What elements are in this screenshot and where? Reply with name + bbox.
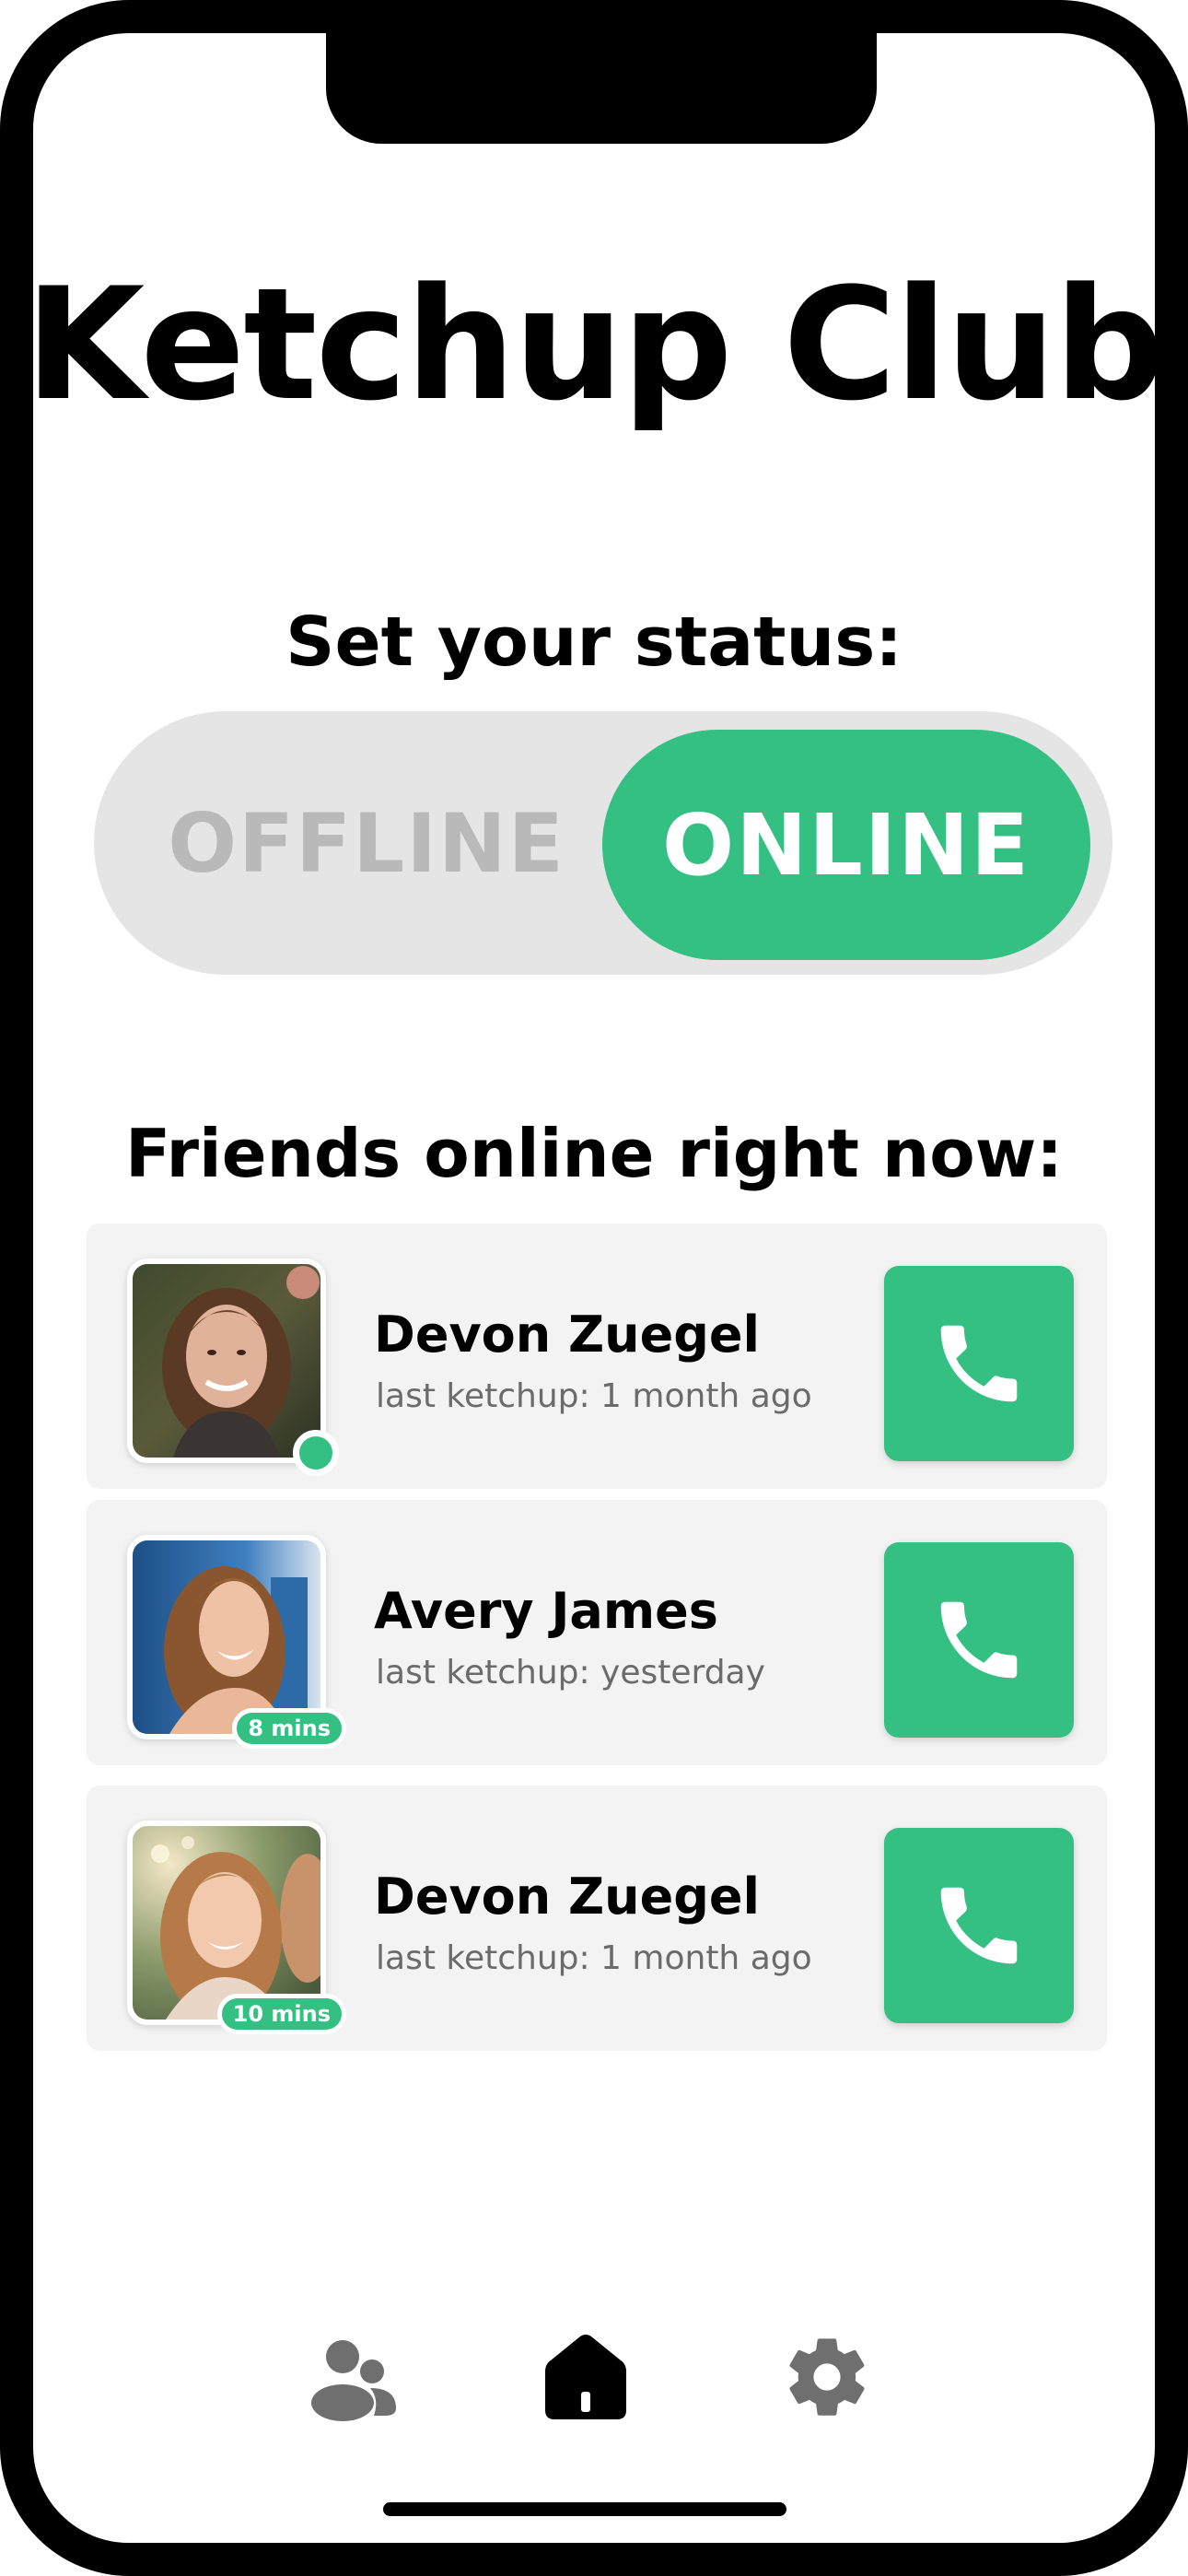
time-badge: 8 mins: [232, 1708, 346, 1749]
phone-icon: [940, 1325, 1018, 1402]
home-icon: [545, 2335, 626, 2419]
avatar-photo: [133, 1826, 320, 2020]
avatar-photo: [133, 1264, 320, 1458]
friend-last-ketchup: last ketchup: 1 month ago: [376, 1377, 812, 1415]
tab-settings[interactable]: [781, 2331, 873, 2423]
friend-card[interactable]: Devon Zuegel last ketchup: 1 month ago: [87, 1224, 1107, 1489]
call-button[interactable]: [884, 1542, 1074, 1738]
time-badge: 10 mins: [216, 1994, 346, 2034]
online-status-dot: [293, 1430, 339, 1476]
tab-friends[interactable]: [306, 2331, 398, 2423]
friend-last-ketchup: last ketchup: 1 month ago: [376, 1939, 812, 1977]
friend-card[interactable]: 10 mins Devon Zuegel last ketchup: 1 mon…: [87, 1786, 1107, 2051]
friends-heading: Friends online right now:: [124, 1115, 1064, 1192]
status-toggle[interactable]: OFFLINE ONLINE: [94, 711, 1112, 975]
people-icon: [311, 2340, 396, 2421]
friend-last-ketchup: last ketchup: yesterday: [376, 1654, 765, 1692]
app-title: Ketchup Club: [25, 254, 1165, 435]
status-heading: Set your status:: [285, 603, 903, 682]
avatar[interactable]: 10 mins: [127, 1821, 346, 2034]
toggle-offline-option[interactable]: OFFLINE: [164, 711, 569, 975]
friend-name: Devon Zuegel: [374, 1868, 761, 1926]
phone-icon: [940, 1601, 1018, 1679]
call-button[interactable]: [884, 1828, 1074, 2023]
avatar[interactable]: 8 mins: [127, 1535, 346, 1749]
toggle-online-option[interactable]: ONLINE: [602, 730, 1090, 960]
notch: [326, 0, 877, 144]
home-indicator[interactable]: [383, 2502, 786, 2516]
friend-name: Avery James: [374, 1582, 718, 1640]
friend-card[interactable]: 8 mins Avery James last ketchup: yesterd…: [87, 1500, 1107, 1765]
friend-name: Devon Zuegel: [374, 1306, 761, 1364]
phone-icon: [940, 1887, 1018, 1964]
tab-home[interactable]: [540, 2331, 632, 2423]
call-button[interactable]: [884, 1266, 1074, 1461]
gear-icon: [789, 2338, 865, 2416]
avatar[interactable]: [127, 1259, 339, 1476]
avatar-photo: [133, 1540, 320, 1734]
